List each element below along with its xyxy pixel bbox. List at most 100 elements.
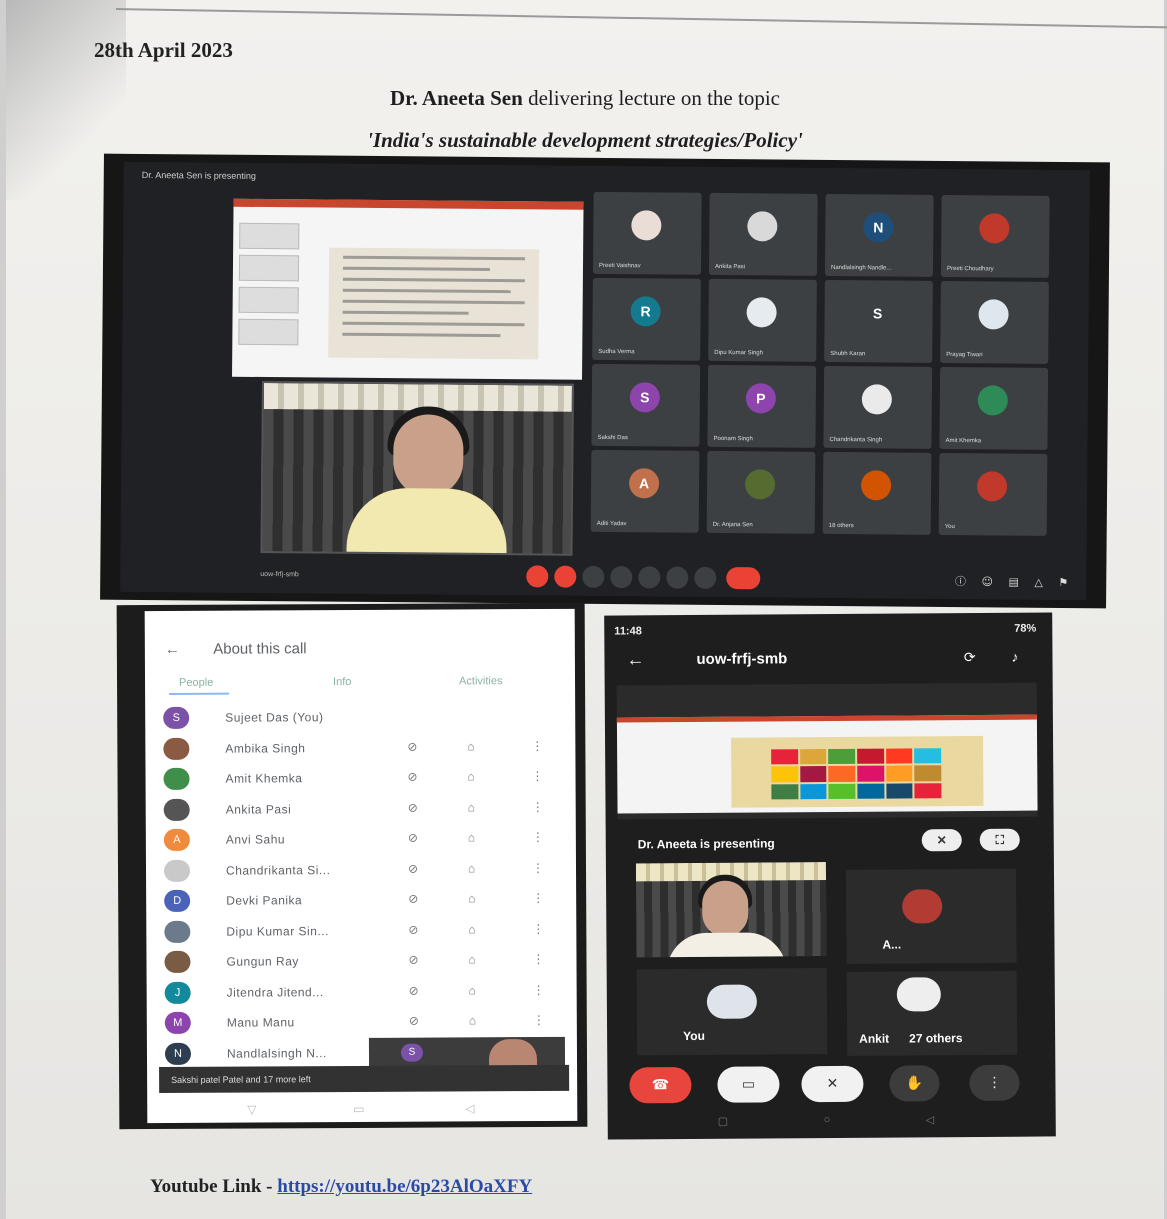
page-edge <box>115 8 1167 29</box>
pin-icon[interactable]: ⌂ <box>468 922 475 936</box>
sdg-goal-tile <box>886 783 913 799</box>
list-item[interactable]: Dipu Kumar Sin... ⊘ ⌂ ⋮ <box>146 916 576 948</box>
more-vert-icon[interactable]: ⋮ <box>532 860 544 874</box>
presenter-video-tile <box>260 381 574 556</box>
more-vert-icon[interactable]: ⋮ <box>532 921 544 935</box>
pin-icon[interactable]: ⌂ <box>468 830 475 844</box>
pin-icon[interactable]: ⌂ <box>469 1013 476 1027</box>
mic-button[interactable] <box>526 565 549 588</box>
more-vert-icon[interactable]: ⋮ <box>532 891 544 905</box>
pin-icon[interactable]: ⌂ <box>469 983 476 997</box>
tab-people[interactable]: People <box>179 677 213 689</box>
mic-muted-icon[interactable]: ⊘ <box>409 1014 419 1028</box>
mic-muted-icon[interactable]: ⊘ <box>408 953 418 967</box>
more-vert-icon[interactable]: ⋮ <box>532 952 544 966</box>
mic-muted-icon[interactable]: ⊘ <box>408 892 418 906</box>
participant-name: Preeti Vaishnav <box>598 262 641 270</box>
more-vert-icon[interactable]: ⋮ <box>531 769 543 783</box>
sdg-board-image <box>731 735 984 808</box>
pin-presentation-button[interactable]: ✕ <box>921 829 962 852</box>
participant-name: Ambika Singh <box>225 740 306 756</box>
back-arrow-icon[interactable]: ← <box>626 649 644 670</box>
list-item[interactable]: S Sujeet Das (You) <box>145 703 575 735</box>
list-item[interactable]: Amit Khemka ⊘ ⌂ ⋮ <box>145 764 575 796</box>
pin-icon[interactable]: ⌂ <box>468 861 475 875</box>
avatar: N <box>863 212 894 243</box>
participant-name: Jitendra Jitend... <box>226 984 324 1000</box>
avatar <box>979 213 1010 244</box>
list-item[interactable]: Ambika Singh ⊘ ⌂ ⋮ <box>145 733 575 765</box>
pin-icon[interactable]: ⌂ <box>467 769 474 783</box>
more-vert-icon[interactable]: ⋮ <box>533 1013 545 1027</box>
meeting-code: uow-frfj-smb <box>260 570 299 579</box>
pin-icon[interactable]: ⌂ <box>468 952 475 966</box>
mic-muted-icon[interactable]: ⊘ <box>408 861 418 875</box>
avatar <box>747 211 778 242</box>
sdg-goal-tile <box>828 748 856 765</box>
tab-activities[interactable]: Activities <box>459 675 502 687</box>
participant-tile: Chandrikanta Singh <box>823 365 933 449</box>
back-icon[interactable]: ◁ <box>926 1113 935 1126</box>
captions-button[interactable] <box>582 565 605 589</box>
participant-tile: Ankita Pasi <box>708 192 818 276</box>
avatar <box>164 950 191 973</box>
raise-hand-button[interactable] <box>638 566 661 589</box>
more-options-button[interactable]: ⋮ <box>969 1064 1020 1102</box>
youtube-link[interactable]: https://youtu.be/6p23AlOaXFY <box>277 1176 532 1197</box>
meeting-code[interactable]: uow-frfj-smb <box>696 650 787 668</box>
tab-info[interactable]: Info <box>333 676 351 688</box>
about-call-screenshot: ← About this call People Info Activities… <box>116 602 588 1130</box>
switch-camera-and-speaker-icons[interactable]: ⟳ ♪ <box>964 649 1035 666</box>
document-page: 28th April 2023 Dr. Aneeta Sen deliverin… <box>6 0 1167 1219</box>
list-item[interactable]: A Anvi Sahu ⊘ ⌂ ⋮ <box>146 825 576 857</box>
fullscreen-button[interactable]: ⛶ <box>979 828 1020 851</box>
participant-name: Chandrikanta Si... <box>225 862 331 878</box>
participant-name: Nandlalsingh Nandle... <box>830 264 892 272</box>
participants-left-toast: Sakshi patel Patel and 17 more left <box>159 1064 570 1094</box>
list-item[interactable]: J Jitendra Jitend... ⊘ ⌂ ⋮ <box>147 977 577 1009</box>
sdg-goal-tile <box>828 783 856 800</box>
youtube-link-line: Youtube Link - https://youtu.be/6p23AlOa… <box>150 1176 532 1198</box>
sdg-goal-tile <box>799 766 827 782</box>
mic-muted-icon[interactable]: ⊘ <box>408 831 418 845</box>
leave-call-button[interactable] <box>726 567 761 590</box>
mic-muted-icon[interactable]: ⊘ <box>409 983 419 997</box>
participant-name: Chandrikanta Singh <box>829 436 883 444</box>
mic-off-button[interactable]: ✕ <box>801 1065 864 1103</box>
more-options-button[interactable] <box>694 566 717 589</box>
home-icon[interactable]: ▭ <box>353 1102 364 1116</box>
back-icon[interactable]: ◁ <box>465 1101 474 1115</box>
list-item[interactable]: D Devki Panika ⊘ ⌂ ⋮ <box>146 886 576 918</box>
more-vert-icon[interactable]: ⋮ <box>531 738 543 752</box>
list-item[interactable]: Chandrikanta Si... ⊘ ⌂ ⋮ <box>146 855 576 887</box>
participant-tile: Preeti Choudhary <box>940 194 1050 278</box>
participant-name: Ankita Pasi <box>225 801 292 817</box>
pin-icon[interactable]: ⌂ <box>468 891 475 905</box>
participant-tile: N Nandlalsingh Nandle... <box>824 193 934 277</box>
participant-tile: R Sudha Verma <box>592 277 701 361</box>
recents-icon[interactable]: ▽ <box>247 1103 256 1117</box>
end-call-button[interactable]: ☎ <box>629 1066 692 1104</box>
present-button[interactable] <box>610 566 633 589</box>
mic-muted-icon[interactable]: ⊘ <box>407 770 417 784</box>
more-vert-icon[interactable]: ⋮ <box>532 830 544 844</box>
raise-hand-button[interactable]: ✋ <box>889 1065 940 1102</box>
home-icon[interactable]: ○ <box>824 1114 831 1126</box>
camera-off-button[interactable]: ▭ <box>717 1066 780 1103</box>
mic-muted-icon[interactable]: ⊘ <box>408 800 418 814</box>
back-arrow-icon[interactable]: ← <box>165 641 180 658</box>
side-panel-icons[interactable]: ⓘ ☺ ▤ △ ⚑ <box>955 573 1074 590</box>
more-vert-icon[interactable]: ⋮ <box>532 799 544 813</box>
list-item[interactable]: Gungun Ray ⊘ ⌂ ⋮ <box>146 947 576 979</box>
mic-muted-icon[interactable]: ⊘ <box>407 739 417 753</box>
pin-icon[interactable]: ⌂ <box>467 739 474 753</box>
clock: 11:48 <box>614 625 642 638</box>
recents-icon[interactable]: ▢ <box>718 1115 728 1128</box>
pin-icon[interactable]: ⌂ <box>468 800 475 814</box>
reactions-button[interactable] <box>666 566 689 589</box>
more-vert-icon[interactable]: ⋮ <box>533 982 545 996</box>
camera-button[interactable] <box>554 565 577 588</box>
list-item[interactable]: Ankita Pasi ⊘ ⌂ ⋮ <box>146 794 576 826</box>
list-item[interactable]: M Manu Manu ⊘ ⌂ ⋮ <box>147 1008 577 1040</box>
mic-muted-icon[interactable]: ⊘ <box>408 922 418 936</box>
